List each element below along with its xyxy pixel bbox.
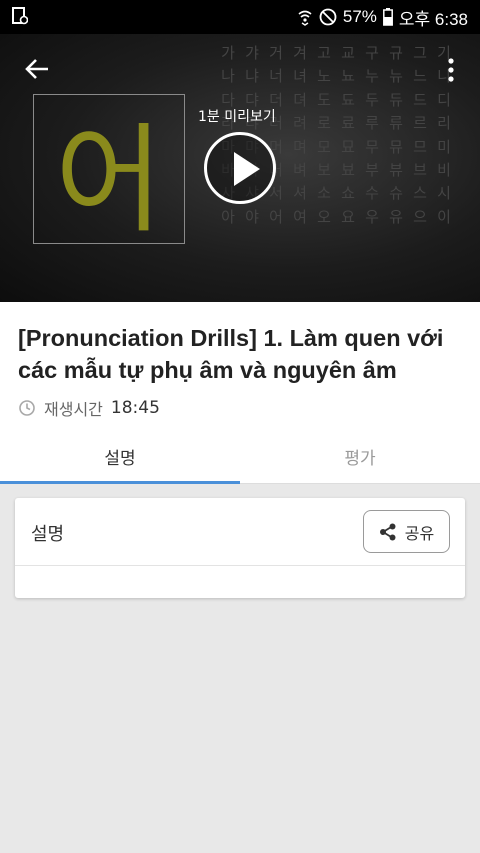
grid-char: 쇼 [341,184,355,203]
grid-char: 뵤 [341,161,355,180]
grid-char: 너 [269,67,283,86]
more-options-icon[interactable] [441,56,461,84]
grid-char: 소 [317,184,331,203]
share-button[interactable]: 공유 [363,510,450,553]
grid-char: 보 [317,161,331,180]
play-icon [234,152,260,186]
grid-char: 녀 [293,67,307,86]
grid-char: 갸 [245,44,259,62]
preview-label: 1분 미리보기 [198,109,276,125]
video-player[interactable]: 가갸거겨고교구규그기나냐너녀노뇨누뉴느니다댜더뎌도됴두듀드디라랴러려로료루류르리… [0,34,480,302]
grid-char: 디 [437,90,451,109]
grid-char: 로 [317,114,331,133]
grid-char: 수 [365,184,379,203]
duration-value: 18:45 [110,398,160,418]
grid-char: 벼 [293,161,307,180]
duration-label: 재생시간 [44,400,103,419]
grid-char: 뉴 [389,67,403,86]
grid-char: 셔 [293,184,307,203]
grid-char: 겨 [293,44,307,62]
grid-char: 그 [413,44,427,62]
back-arrow-icon[interactable] [22,54,52,84]
grid-char: 두 [365,90,379,109]
play-button[interactable] [204,132,276,204]
grid-char: 시 [437,184,451,203]
grid-char: 뷰 [389,161,403,180]
card-header: 설명 공유 [15,498,465,566]
grid-char: 느 [413,67,427,86]
grid-char: 노 [317,67,331,86]
grid-char: 슈 [389,184,403,203]
do-not-disturb-icon [319,8,337,26]
grid-char: 오 [317,207,331,226]
grid-char: 부 [365,161,379,180]
grid-char: 듀 [389,90,403,109]
description-card: 설명 공유 [15,498,465,598]
grid-char: 무 [365,137,379,156]
duration-row: 재생시간 18:45 [18,397,160,419]
notification-icon [12,7,28,25]
share-icon [379,523,396,540]
tab-review[interactable]: 평가 [240,430,480,483]
clock-icon [19,400,35,416]
grid-char: 거 [269,44,283,62]
grid-char: 나 [221,67,235,86]
grid-char: 구 [365,44,379,62]
grid-char: 어 [269,207,283,226]
grid-char: 뇨 [341,67,355,86]
battery-percent: 57% [342,7,377,26]
grid-char: 교 [341,44,355,62]
grid-char: 우 [365,207,379,226]
grid-char: 여 [293,207,307,226]
grid-char: 도 [317,90,331,109]
grid-char: 료 [341,114,355,133]
grid-char: 비 [437,161,451,180]
grid-char: 스 [413,184,427,203]
grid-char: 이 [437,207,451,226]
grid-char: 미 [437,137,451,156]
grid-char: 됴 [341,90,355,109]
grid-char: 드 [413,90,427,109]
big-character: 어 [54,110,164,249]
grid-char: 뎌 [293,90,307,109]
wifi-icon [298,10,312,26]
share-label: 공유 [404,523,435,543]
grid-char: 유 [389,207,403,226]
card-title: 설명 [31,524,65,545]
grid-char: 려 [293,114,307,133]
grid-char: 뮤 [389,137,403,156]
grid-char: 야 [245,207,259,226]
grid-char: 므 [413,137,427,156]
battery-icon [382,8,393,26]
grid-char: 류 [389,114,403,133]
grid-char: 누 [365,67,379,86]
grid-char: 모 [317,137,331,156]
grid-char: 묘 [341,137,355,156]
grid-char: 며 [293,137,307,156]
grid-char: 요 [341,207,355,226]
tab-description[interactable]: 설명 [0,430,240,484]
grid-char: 르 [413,114,427,133]
grid-char: 브 [413,161,427,180]
grid-char: 리 [437,114,451,133]
grid-char: 규 [389,44,403,62]
grid-char: 아 [221,207,235,226]
clock: 오후 6:38 [398,9,468,29]
grid-char: 루 [365,114,379,133]
status-bar: 57% 오후 6:38 [0,0,480,34]
grid-char: 으 [413,207,427,226]
tab-bar: 설명 평가 [0,430,480,484]
character-card: 어 [33,94,185,249]
grid-char: 냐 [245,67,259,86]
grid-char: 가 [221,44,235,62]
lesson-title: [Pronunciation Drills] 1. Làm quen với c… [18,325,444,383]
grid-row: 아야어여오요우유으이 [216,206,480,229]
grid-char: 고 [317,44,331,62]
lesson-info: [Pronunciation Drills] 1. Làm quen với c… [0,302,480,484]
